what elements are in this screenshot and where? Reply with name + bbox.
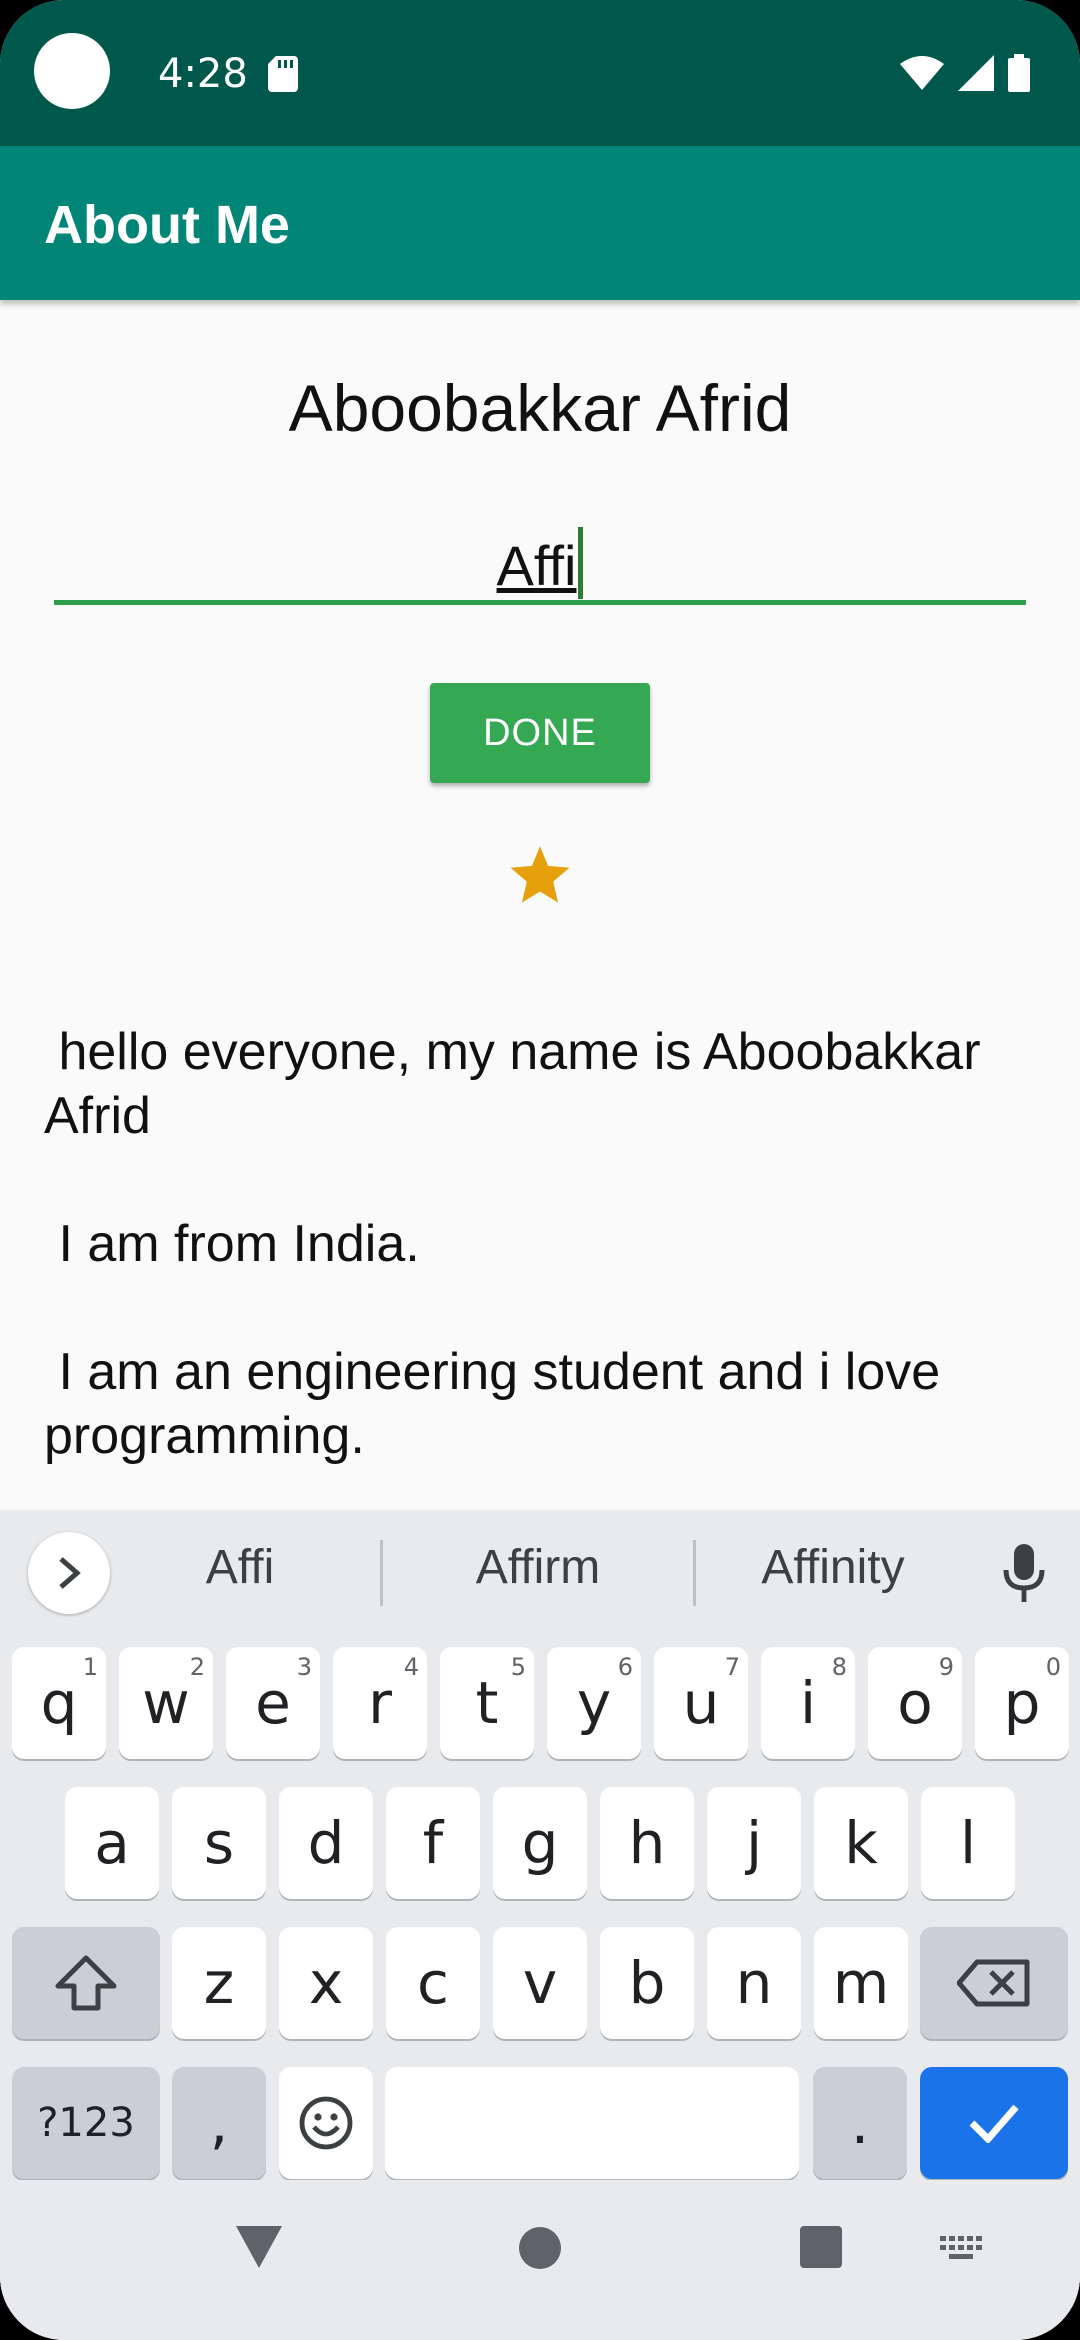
checkmark-icon <box>969 2104 1019 2143</box>
wifi-icon <box>900 56 944 90</box>
key-r[interactable]: r4 <box>333 1647 427 1759</box>
camera-cutout <box>34 33 110 109</box>
space-key[interactable] <box>385 2067 799 2179</box>
backspace-key[interactable] <box>920 1927 1068 2039</box>
status-time: 4:28 <box>158 51 248 97</box>
period-key[interactable]: . <box>813 2067 907 2179</box>
key-label: e <box>255 1669 291 1737</box>
text-cursor <box>578 527 584 599</box>
key-hint: 1 <box>82 1653 98 1681</box>
key-q[interactable]: q1 <box>12 1647 106 1759</box>
suggestion-2[interactable]: Affirm <box>388 1540 688 1595</box>
emoji-icon <box>299 2096 353 2150</box>
key-d[interactable]: d <box>279 1787 373 1899</box>
bio-line-intro: hello everyone, my name is Aboobakkar Af… <box>44 1023 993 1145</box>
microphone-icon[interactable] <box>1000 1544 1048 1604</box>
key-w[interactable]: w2 <box>119 1647 213 1759</box>
key-j[interactable]: j <box>707 1787 801 1899</box>
app-bar: About Me <box>0 146 1080 300</box>
shift-icon <box>55 1955 117 2011</box>
suggestion-3[interactable]: Affinity <box>683 1540 983 1595</box>
keyboard-switch-icon[interactable] <box>940 2236 984 2264</box>
input-underline <box>54 600 1026 605</box>
key-x[interactable]: x <box>279 1927 373 2039</box>
key-h[interactable]: h <box>600 1787 694 1899</box>
key-c[interactable]: c <box>386 1927 480 2039</box>
battery-icon <box>1008 54 1030 92</box>
key-label: q <box>40 1669 78 1737</box>
key-t[interactable]: t5 <box>440 1647 534 1759</box>
key-f[interactable]: f <box>386 1787 480 1899</box>
key-l[interactable]: l <box>921 1787 1015 1899</box>
key-hint: 9 <box>938 1653 954 1681</box>
key-u[interactable]: u7 <box>654 1647 748 1759</box>
status-icons <box>900 54 1030 92</box>
key-label: w <box>142 1669 190 1737</box>
symbols-key[interactable]: ?123 <box>12 2067 160 2179</box>
key-hint: 8 <box>831 1653 847 1681</box>
key-n[interactable]: n <box>707 1927 801 2039</box>
nickname-value[interactable]: Affi <box>54 527 1026 599</box>
signal-icon <box>958 55 994 91</box>
key-hint: 0 <box>1045 1653 1061 1681</box>
key-label: r <box>368 1669 392 1737</box>
key-v[interactable]: v <box>493 1927 587 2039</box>
status-bar: 4:28 <box>0 0 1080 146</box>
phone-screen: 4:28 About Me Aboobakkar Afrid Affi DONE… <box>0 0 1080 2340</box>
key-z[interactable]: z <box>172 1927 266 2039</box>
key-label: y <box>576 1669 612 1737</box>
key-s[interactable]: s <box>172 1787 266 1899</box>
shift-key[interactable] <box>12 1927 160 2039</box>
key-hint: 2 <box>189 1653 205 1681</box>
chevron-right-icon <box>59 1557 81 1589</box>
key-label: p <box>1003 1669 1041 1737</box>
key-a[interactable]: a <box>65 1787 159 1899</box>
star-icon <box>510 846 570 903</box>
key-hint: 7 <box>724 1653 740 1681</box>
key-b[interactable]: b <box>600 1927 694 2039</box>
key-hint: 3 <box>296 1653 312 1681</box>
key-m[interactable]: m <box>814 1927 908 2039</box>
comma-key[interactable]: , <box>172 2067 266 2179</box>
key-hint: 6 <box>617 1653 633 1681</box>
back-triangle-icon[interactable] <box>236 2226 282 2268</box>
key-hint: 4 <box>403 1653 419 1681</box>
name-heading: Aboobakkar Afrid <box>288 371 792 445</box>
nickname-input[interactable]: Affi <box>54 505 1026 605</box>
bio-line-origin: I am from India. <box>44 1215 420 1273</box>
backspace-icon <box>957 1959 1030 2007</box>
key-label: u <box>682 1669 720 1737</box>
sd-card-icon <box>268 56 298 92</box>
suggestion-bar: Affi Affirm Affinity <box>0 1510 1080 1636</box>
bio-text: hello everyone, my name is Aboobakkar Af… <box>44 1020 1044 1468</box>
key-hint: 5 <box>510 1653 526 1681</box>
key-o[interactable]: o9 <box>868 1647 962 1759</box>
key-label: o <box>897 1669 933 1737</box>
key-e[interactable]: e3 <box>226 1647 320 1759</box>
key-i[interactable]: i8 <box>761 1647 855 1759</box>
suggestion-1[interactable]: Affi <box>90 1540 390 1595</box>
home-circle-icon[interactable] <box>518 2226 562 2270</box>
bio-line-study: I am an engineering student and i love p… <box>44 1343 955 1465</box>
enter-done-key[interactable] <box>920 2067 1068 2179</box>
key-k[interactable]: k <box>814 1787 908 1899</box>
key-p[interactable]: p0 <box>975 1647 1069 1759</box>
navigation-bar <box>0 2180 1080 2340</box>
recents-square-icon[interactable] <box>800 2226 842 2268</box>
emoji-key[interactable] <box>279 2067 373 2179</box>
nickname-text: Affi <box>496 534 577 597</box>
app-title: About Me <box>44 195 290 255</box>
key-label: i <box>799 1669 817 1737</box>
suggestion-divider <box>380 1540 383 1606</box>
done-button[interactable]: DONE <box>430 683 650 783</box>
key-y[interactable]: y6 <box>547 1647 641 1759</box>
key-label: t <box>475 1669 499 1737</box>
key-g[interactable]: g <box>493 1787 587 1899</box>
